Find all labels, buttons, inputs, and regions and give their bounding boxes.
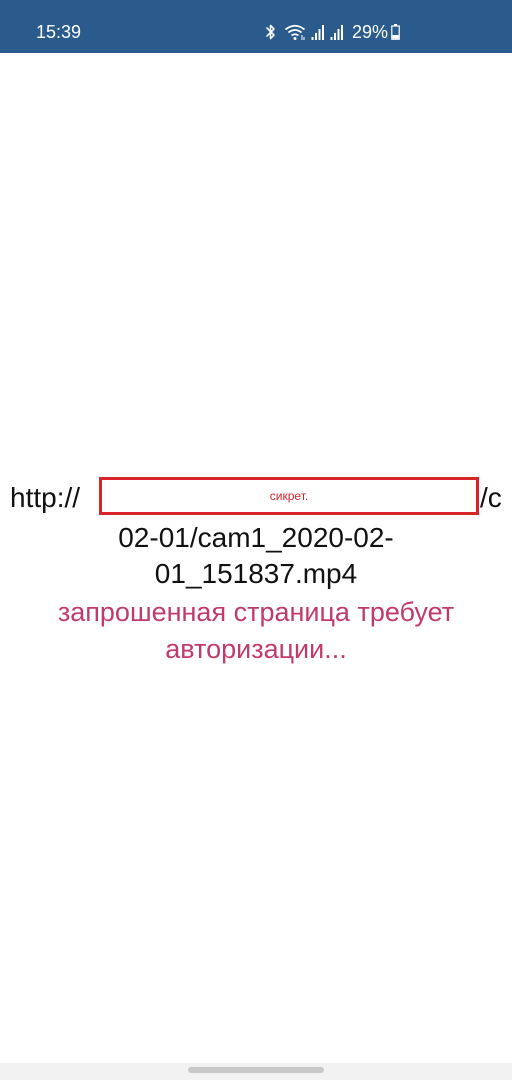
auth-required-message: запрошенная страница требует авторизации… xyxy=(0,594,512,668)
auth-message-line-2: авторизации... xyxy=(165,634,347,664)
url-line-2: 02-01/cam1_2020-02- xyxy=(118,522,394,553)
battery-percent: 29% xyxy=(352,21,389,42)
home-gesture-handle[interactable] xyxy=(188,1067,324,1073)
navigation-bar xyxy=(0,1063,512,1080)
signal-icon-secondary xyxy=(330,25,343,40)
url-rest: 02-01/cam1_2020-02- 01_151837.mp4 xyxy=(0,520,512,592)
signal-icon xyxy=(311,25,324,40)
url-prefix: http:// xyxy=(10,482,81,513)
url-suffix: /c xyxy=(480,482,502,513)
auth-message-line-1: запрошенная страница требует xyxy=(57,597,455,627)
url-line: http:// сикрет. /c xyxy=(0,476,512,518)
url-line-3: 01_151837.mp4 xyxy=(154,558,358,589)
error-content: http:// сикрет. /c 02-01/cam1_2020-02- 0… xyxy=(0,476,512,668)
redaction-label: сикрет. xyxy=(269,489,309,503)
battery-icon xyxy=(391,24,400,40)
redaction-box: сикрет. xyxy=(99,477,479,515)
status-icons: 29% xyxy=(264,20,400,44)
status-time: 15:39 xyxy=(36,22,82,42)
wifi-icon xyxy=(284,24,306,40)
bluetooth-icon xyxy=(266,24,275,40)
status-bar: 15:39 29% xyxy=(0,0,512,53)
